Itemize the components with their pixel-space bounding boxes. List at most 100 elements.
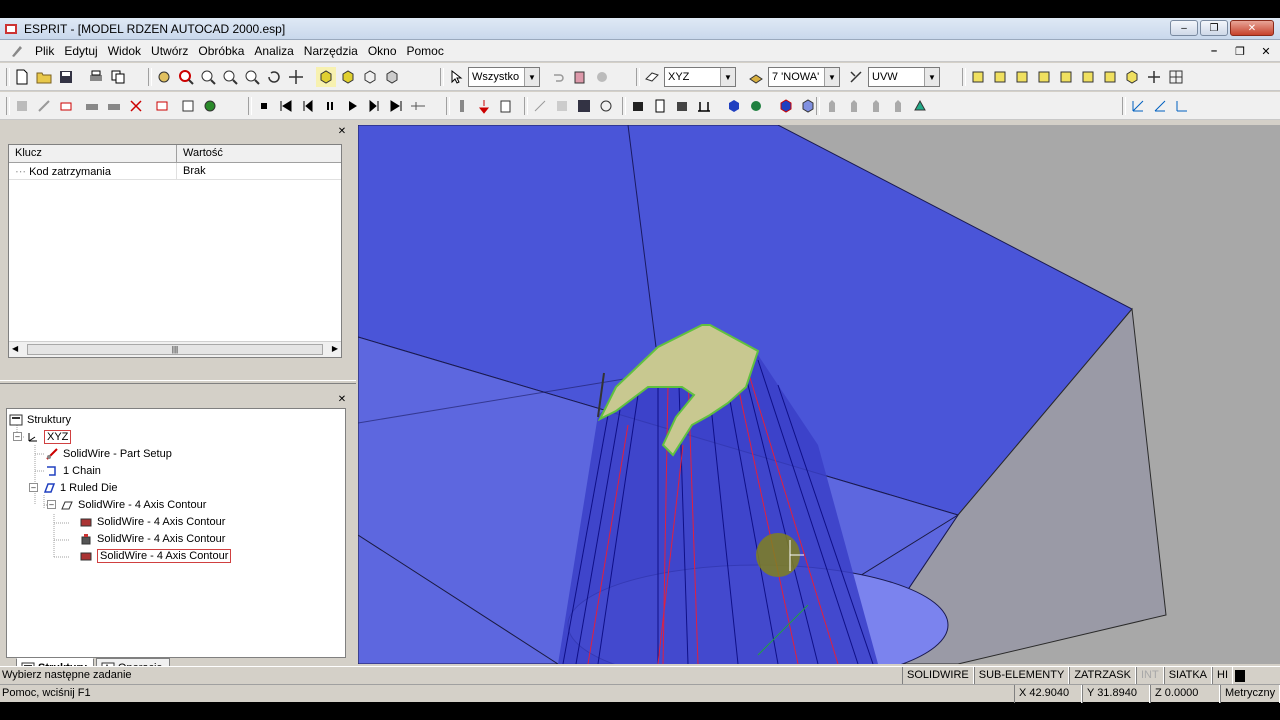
hand2-icon[interactable] [844, 96, 864, 116]
tool-arrow-icon[interactable] [34, 96, 54, 116]
open-folder-icon[interactable] [34, 67, 54, 87]
tool-print2-icon[interactable] [104, 96, 124, 116]
graphics-viewport[interactable] [358, 125, 1280, 664]
hand4-icon[interactable] [888, 96, 908, 116]
sim-stop-icon[interactable] [254, 96, 274, 116]
sim-fast-forward-icon[interactable] [386, 96, 406, 116]
workplane-dropdown[interactable]: UVW ▼ [868, 67, 940, 87]
machine-icon[interactable] [628, 96, 648, 116]
sim-tool-icon[interactable] [452, 96, 472, 116]
undo-icon[interactable] [548, 67, 568, 87]
sim-report-icon[interactable] [496, 96, 516, 116]
properties-close-button[interactable]: ✕ [336, 126, 348, 138]
print-icon[interactable] [86, 67, 106, 87]
menu-help[interactable]: Pomoc [402, 44, 449, 58]
tree-item-operation-selected[interactable]: SolidWire - 4 Axis Contour [79, 547, 232, 564]
stock-icon[interactable] [776, 96, 796, 116]
doc-close-button[interactable]: ✕ [1256, 43, 1276, 59]
tree-close-button[interactable]: ✕ [336, 394, 348, 406]
tool-cut-icon[interactable] [56, 96, 76, 116]
view-axes-icon[interactable] [1144, 67, 1164, 87]
view-front-icon[interactable] [1012, 67, 1032, 87]
axis-xy-icon[interactable] [1150, 96, 1170, 116]
menu-view[interactable]: Widok [103, 44, 146, 58]
feature-icon[interactable] [910, 96, 930, 116]
machine-base-icon[interactable] [694, 96, 714, 116]
properties-scrollbar[interactable]: ◀ ||| ▶ [9, 341, 341, 357]
property-value[interactable]: Brak [177, 163, 341, 179]
scroll-right-icon[interactable]: ▶ [332, 344, 338, 353]
menu-machining[interactable]: Obróbka [193, 44, 249, 58]
machine-shade-icon[interactable] [672, 96, 692, 116]
tool-list-icon[interactable] [178, 96, 198, 116]
pane-splitter[interactable] [0, 380, 356, 384]
plane-icon[interactable] [642, 67, 662, 87]
collapse-toggle[interactable]: – [47, 500, 56, 509]
stock2-icon[interactable] [798, 96, 818, 116]
sim-step-back-icon[interactable] [298, 96, 318, 116]
solid-edges-icon[interactable] [338, 67, 358, 87]
view-back-icon[interactable] [1078, 67, 1098, 87]
select-arrow-icon[interactable] [446, 67, 466, 87]
copy-icon[interactable] [108, 67, 128, 87]
layer-icon[interactable] [746, 67, 766, 87]
axis-z-icon[interactable] [1172, 96, 1192, 116]
doc-minimize-button[interactable]: – [1204, 43, 1224, 59]
tree-item-ruled-die[interactable]: – 1 Ruled Die [29, 479, 117, 496]
tool-print-icon[interactable] [82, 96, 102, 116]
flag-subelements[interactable]: SUB-ELEMENTY [973, 667, 1070, 685]
rotate-icon[interactable] [264, 67, 284, 87]
menu-create[interactable]: Utwórz [146, 44, 193, 58]
sim-save-icon[interactable] [574, 96, 594, 116]
sim-slider-icon[interactable] [408, 96, 428, 116]
menu-edit[interactable]: Edytuj [59, 44, 102, 58]
sim-gray-icon[interactable] [552, 96, 572, 116]
stop-circle-icon[interactable] [592, 67, 612, 87]
machine-frame-icon[interactable] [650, 96, 670, 116]
tool-setup-icon[interactable] [12, 96, 32, 116]
zoom-window-icon[interactable] [176, 67, 196, 87]
flag-hi[interactable]: HI [1212, 667, 1233, 685]
hidden-lines-icon[interactable] [382, 67, 402, 87]
view-left-icon[interactable] [1056, 67, 1076, 87]
sim-step-forward-icon[interactable] [364, 96, 384, 116]
view-iso-icon[interactable] [968, 67, 988, 87]
tree-root[interactable]: Struktury [9, 411, 71, 428]
tree-item-xyz[interactable]: – XYZ [13, 428, 72, 445]
view-3d-icon[interactable] [1122, 67, 1142, 87]
flag-solidwire[interactable]: SOLIDWIRE [902, 667, 974, 685]
sim-cut-icon[interactable] [474, 96, 494, 116]
sim-axis-icon[interactable] [530, 96, 550, 116]
blue-cube-icon[interactable] [724, 96, 744, 116]
document-icon[interactable] [10, 44, 24, 58]
zoom-out-icon[interactable] [220, 67, 240, 87]
zoom-fit-icon[interactable] [242, 67, 262, 87]
sim-play-icon[interactable] [342, 96, 362, 116]
scroll-thumb[interactable]: ||| [27, 344, 323, 355]
sim-refresh-icon[interactable] [596, 96, 616, 116]
col-value-header[interactable]: Wartość [177, 145, 341, 162]
close-button[interactable]: ✕ [1230, 20, 1274, 36]
workplane-icon[interactable] [846, 67, 866, 87]
flag-int[interactable]: INT [1135, 667, 1164, 685]
tool-gear-icon[interactable] [200, 96, 220, 116]
move-icon[interactable] [286, 67, 306, 87]
tree-item-chain[interactable]: 1 Chain [45, 462, 101, 479]
view-top-icon[interactable] [990, 67, 1010, 87]
scroll-left-icon[interactable]: ◀ [12, 344, 18, 353]
plane-dropdown[interactable]: XYZ ▼ [664, 67, 736, 87]
tree-item-part-setup[interactable]: SolidWire - Part Setup [45, 445, 172, 462]
tree-item-operation[interactable]: SolidWire - 4 Axis Contour [79, 513, 225, 530]
axis-xyz-icon[interactable] [1128, 96, 1148, 116]
sim-pause-icon[interactable] [320, 96, 340, 116]
maximize-button[interactable]: ❐ [1200, 20, 1228, 36]
menu-window[interactable]: Okno [363, 44, 402, 58]
esprit-app-icon[interactable] [4, 22, 18, 36]
menu-analysis[interactable]: Analiza [249, 44, 298, 58]
tool-frame-icon[interactable] [152, 96, 172, 116]
new-file-icon[interactable] [12, 67, 32, 87]
select-filter-dropdown[interactable]: Wszystko ▼ [468, 67, 540, 87]
cad-model-view[interactable] [358, 125, 1280, 664]
minimize-button[interactable]: – [1170, 20, 1198, 36]
property-row[interactable]: ⋯ Kod zatrzymania Brak [9, 163, 341, 180]
